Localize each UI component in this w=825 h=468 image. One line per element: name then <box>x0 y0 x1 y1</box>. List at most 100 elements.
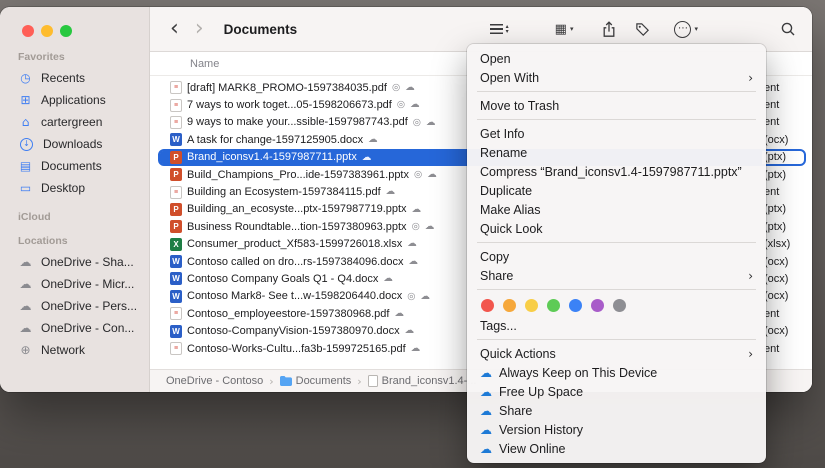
tag-green-icon[interactable] <box>547 299 560 312</box>
file-name: Business Roundtable...tion-1597380963.pp… <box>187 221 407 233</box>
menu-item-label: Tags... <box>480 319 517 333</box>
tag-yellow-icon[interactable] <box>525 299 538 312</box>
sidebar-item-cartergreen[interactable]: ⌂cartergreen <box>12 111 143 133</box>
menu-item-label: Compress “Brand_iconsv1.4-1597987711.ppt… <box>480 165 742 179</box>
sidebar-item-label: OneDrive - Pers... <box>41 299 137 313</box>
zoom-button[interactable] <box>60 25 72 37</box>
cloud-status-icon: ☁ <box>383 274 393 284</box>
file-icon <box>368 375 378 387</box>
sidebar-item-downloads[interactable]: ↓Downloads <box>12 133 143 155</box>
sidebar-item-label: OneDrive - Sha... <box>41 255 134 269</box>
tag-purple-icon[interactable] <box>591 299 604 312</box>
kind-fragment: (ptx) <box>762 220 804 233</box>
search-icon <box>780 21 796 37</box>
context-menu: OpenOpen With› Move to Trash Get Info Renam… <box>467 44 766 463</box>
sidebar-item-label: Documents <box>41 159 102 173</box>
menu-separator <box>477 339 756 340</box>
sidebar-item-onedrive-pers[interactable]: ☁ OneDrive - Pers... <box>12 295 143 317</box>
sidebar-item-onedrive-micr[interactable]: ☁OneDrive - Micr... <box>12 273 143 295</box>
menu-item-free-up-space[interactable]: ☁Free Up Space <box>467 382 766 401</box>
file-name: Contoso Mark8- See t...w-1598206440.docx <box>187 290 402 302</box>
menu-item-view-online[interactable]: ☁View Online <box>467 439 766 458</box>
menu-separator <box>477 289 756 290</box>
share-button[interactable] <box>601 21 617 38</box>
menu-item-quick-actions[interactable]: Quick Actions› <box>467 344 766 363</box>
sidebar-item-recents[interactable]: ◷Recents <box>12 67 143 89</box>
breadcrumb-label: Documents <box>296 375 352 387</box>
docx-file-icon: W <box>170 133 182 146</box>
cloud-status-icon: ☁ <box>407 239 417 249</box>
sidebar-item-desktop[interactable]: ▭ Desktop <box>12 177 143 199</box>
menu-item-open[interactable]: Open <box>467 49 766 68</box>
menu-item-tags[interactable]: Tags... <box>467 316 766 335</box>
sidebar-item-documents[interactable]: ▤Documents <box>12 155 143 177</box>
menu-separator <box>477 91 756 92</box>
tag-orange-icon[interactable] <box>503 299 516 312</box>
pdf-file-icon: ≡ <box>170 307 182 320</box>
sidebar-item-label: Desktop <box>41 181 85 195</box>
sidebar-item-applications[interactable]: ⊞Applications <box>12 89 143 111</box>
menu-item-copy[interactable]: Copy <box>467 247 766 266</box>
sidebar-item-onedrive-con[interactable]: ☁OneDrive - Con... <box>12 317 143 339</box>
menu-item-move-to-trash[interactable]: Move to Trash <box>467 96 766 115</box>
menu-item-quick-look[interactable]: Quick Look <box>467 219 766 238</box>
tag-gray-icon[interactable] <box>613 299 626 312</box>
search-button[interactable] <box>780 21 796 37</box>
cloud-status-icon: ☁ <box>425 222 435 232</box>
kind-fragment: (ocx) <box>762 324 804 337</box>
minimize-button[interactable] <box>41 25 53 37</box>
cloud-status-icon: ☁ <box>368 135 378 145</box>
menu-item-label: Share <box>499 404 532 418</box>
menu-item-make-alias[interactable]: Make Alias <box>467 200 766 219</box>
group-by-control[interactable]: ▦ ▾ <box>555 23 574 36</box>
menu-item-share[interactable]: ☁Share <box>467 401 766 420</box>
menu-item-label: Get Info <box>480 127 524 141</box>
menu-item-label: Quick Actions <box>480 347 556 361</box>
sidebar-item-network[interactable]: ⊕Network <box>12 339 143 361</box>
tags-button[interactable] <box>635 22 650 37</box>
menu-item-rename[interactable]: Rename <box>467 143 766 162</box>
sidebar-section-label: Locations <box>18 235 143 247</box>
menu-item-label: Make Alias <box>480 203 540 217</box>
menu-item-duplicate[interactable]: Duplicate <box>467 181 766 200</box>
breadcrumb-item-file[interactable]: Brand_iconsv1.4-... <box>368 375 477 387</box>
shared-status-icon: ◎ <box>414 170 422 180</box>
menu-item-label: Version History <box>499 423 583 437</box>
breadcrumb-item-onedrive[interactable]: OneDrive - Contoso <box>166 375 263 387</box>
more-actions-button[interactable]: ⋯ ▾ <box>674 21 698 38</box>
menu-item-version-history[interactable]: ☁Version History <box>467 420 766 439</box>
file-name: Contoso called on dro...rs-1597384096.do… <box>187 256 403 268</box>
kind-fragment: (ptx) <box>762 203 804 216</box>
desktop-icon: ▭ <box>18 182 33 194</box>
tag-red-icon[interactable] <box>481 299 494 312</box>
pdf-file-icon: ≡ <box>170 342 182 355</box>
menu-item-always-keep-on-this-device[interactable]: ☁Always Keep on This Device <box>467 363 766 382</box>
kind-fragment: ent <box>762 342 804 355</box>
chevron-updown-icon: ▴▾ <box>506 24 509 34</box>
file-name: Building an Ecosystem-1597384115.pdf <box>187 186 381 198</box>
menu-item-compress-brand-iconsv1-4-1597987711-pptx[interactable]: Compress “Brand_iconsv1.4-1597987711.ppt… <box>467 162 766 181</box>
close-button[interactable] <box>22 25 34 37</box>
breadcrumb-item-documents[interactable]: Documents <box>280 375 352 387</box>
clock-icon: ◷ <box>18 72 33 84</box>
menu-item-open-with[interactable]: Open With› <box>467 68 766 87</box>
menu-item-share[interactable]: Share› <box>467 266 766 285</box>
file-name: Contoso_employeestore-1597380968.pdf <box>187 308 389 320</box>
grid-icon: ⊞ <box>18 94 33 106</box>
pptx-file-icon: P <box>170 203 182 216</box>
column-header-name[interactable]: Name <box>190 58 219 70</box>
menu-item-get-info[interactable]: Get Info <box>467 124 766 143</box>
kind-fragment: (ocx) <box>762 255 804 268</box>
view-mode-control[interactable]: ▴▾ <box>490 24 509 34</box>
cloud-icon: ☁ <box>18 300 33 312</box>
back-button[interactable]: ‹ <box>170 18 179 40</box>
list-view-icon <box>490 24 503 34</box>
docx-file-icon: W <box>170 272 182 285</box>
breadcrumb-label: OneDrive - Contoso <box>166 375 263 387</box>
sidebar-item-onedrive-sha[interactable]: ☁OneDrive - Sha... <box>12 251 143 273</box>
pdf-file-icon: ≡ <box>170 186 182 199</box>
ellipsis-circle-icon: ⋯ <box>674 21 691 38</box>
tag-blue-icon[interactable] <box>569 299 582 312</box>
forward-button[interactable]: › <box>195 18 204 40</box>
cloud-status-icon: ☁ <box>408 257 418 267</box>
